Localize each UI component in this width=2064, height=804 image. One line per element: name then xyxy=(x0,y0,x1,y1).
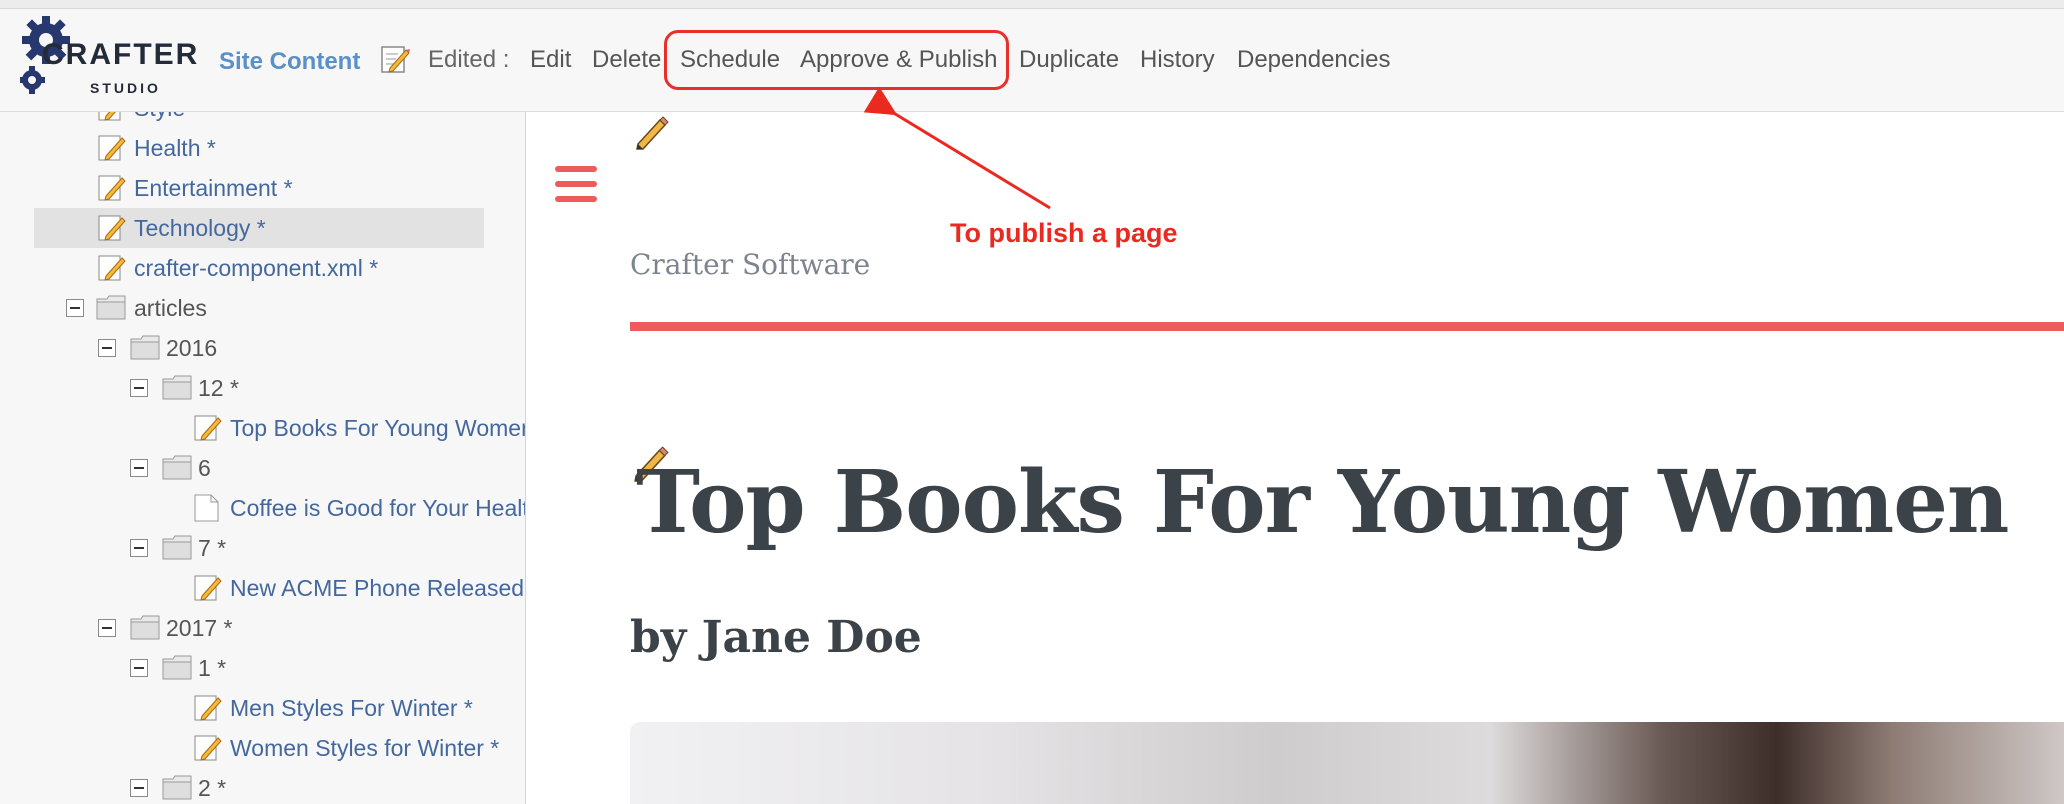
annotation-label: To publish a page xyxy=(950,218,1178,248)
collapse-toggle-icon[interactable] xyxy=(98,339,116,357)
page-edit-icon xyxy=(194,574,222,608)
tree-folder[interactable]: articles xyxy=(66,288,506,328)
site-brand[interactable]: Crafter Software xyxy=(630,248,870,281)
tree-item[interactable]: Health * xyxy=(98,128,498,168)
page-edit-icon xyxy=(194,414,222,448)
tree-folder[interactable]: 2 * xyxy=(130,768,520,804)
tree-item[interactable]: Men Styles For Winter * xyxy=(194,688,524,728)
tree-folder[interactable]: 2016 xyxy=(98,328,518,368)
tree-folder-label[interactable]: 12 * xyxy=(198,375,239,402)
logo-subtitle: STUDIO xyxy=(90,80,161,96)
page-edit-icon xyxy=(98,214,126,248)
history-button[interactable]: History xyxy=(1140,46,1215,74)
page-edit-icon xyxy=(98,174,126,208)
article-hero-image xyxy=(630,722,2064,804)
page-edit-icon xyxy=(194,734,222,768)
folder-icon xyxy=(96,294,126,326)
duplicate-button[interactable]: Duplicate xyxy=(1019,46,1119,74)
tree-folder-label[interactable]: articles xyxy=(134,295,207,322)
edit-pencil-icon[interactable] xyxy=(380,44,410,74)
publish-actions-highlight xyxy=(664,30,1009,90)
folder-icon xyxy=(130,334,160,366)
tree-folder-label[interactable]: 6 xyxy=(198,455,211,482)
tree-folder-label[interactable]: 1 * xyxy=(198,655,226,682)
folder-icon xyxy=(162,454,192,486)
edit-region-pencil-icon[interactable] xyxy=(634,114,670,150)
folder-icon xyxy=(130,614,160,646)
tree-folder-label[interactable]: 7 * xyxy=(198,535,226,562)
tree-folder[interactable]: 7 * xyxy=(130,528,520,568)
page-edit-icon xyxy=(98,134,126,168)
tree-item[interactable]: New ACME Phone Released Today * xyxy=(194,568,525,608)
site-content-button[interactable]: Site Content xyxy=(219,48,360,76)
folder-icon xyxy=(162,374,192,406)
collapse-toggle-icon[interactable] xyxy=(130,459,148,477)
collapse-toggle-icon[interactable] xyxy=(98,619,116,637)
tree-item-label[interactable]: Top Books For Young Women * xyxy=(230,415,525,442)
tree-folder-label[interactable]: 2017 * xyxy=(166,615,233,642)
page-edit-icon xyxy=(98,112,126,128)
tree-item[interactable]: Entertainment * xyxy=(98,168,498,208)
document-icon xyxy=(194,494,220,528)
tree-folder[interactable]: 6 xyxy=(130,448,520,488)
tree-item-label[interactable]: New ACME Phone Released Today * xyxy=(230,575,525,602)
tree-item-label[interactable]: crafter-component.xml * xyxy=(134,255,378,282)
crafter-logo[interactable]: CRAFTER STUDIO xyxy=(20,14,197,100)
tree-folder[interactable]: 1 * xyxy=(130,648,520,688)
tree-item[interactable]: crafter-component.xml * xyxy=(98,248,518,288)
tree-folder[interactable]: 2017 * xyxy=(98,608,518,648)
page-edit-icon xyxy=(98,254,126,288)
dependencies-button[interactable]: Dependencies xyxy=(1237,46,1390,74)
tree-item[interactable]: Top Books For Young Women * xyxy=(194,408,525,448)
tree-folder[interactable]: 12 * xyxy=(130,368,520,408)
hamburger-menu-icon[interactable] xyxy=(555,166,597,204)
article-headline: Top Books For Young Women xyxy=(636,452,2009,553)
tree-item-label[interactable]: Technology * xyxy=(134,215,266,242)
edited-label: Edited : xyxy=(428,46,510,73)
header-divider xyxy=(630,322,2064,331)
collapse-toggle-icon[interactable] xyxy=(130,659,148,677)
site-content-tree: Style Health * Entertainment * Technolog… xyxy=(0,112,526,804)
tree-item-label[interactable]: Men Styles For Winter * xyxy=(230,695,473,722)
edit-button[interactable]: Edit xyxy=(530,46,571,74)
folder-icon xyxy=(162,534,192,566)
tree-item-label[interactable]: Coffee is Good for Your Health xyxy=(230,495,525,522)
tree-item[interactable]: Coffee is Good for Your Health xyxy=(194,488,525,528)
tree-folder-label[interactable]: 2016 xyxy=(166,335,217,362)
folder-icon xyxy=(162,774,192,804)
tree-folder-label[interactable]: 2 * xyxy=(198,775,226,802)
article-byline: by Jane Doe xyxy=(630,612,922,663)
tree-item-label[interactable]: Style xyxy=(134,112,185,122)
collapse-toggle-icon[interactable] xyxy=(66,299,84,317)
tree-item-label[interactable]: Health * xyxy=(134,135,216,162)
top-toolbar: CRAFTER STUDIO Site Content Edited : Edi… xyxy=(0,0,2064,112)
tree-item[interactable]: Women Styles for Winter * xyxy=(194,728,524,768)
tree-item-label[interactable]: Entertainment * xyxy=(134,175,293,202)
collapse-toggle-icon[interactable] xyxy=(130,539,148,557)
collapse-toggle-icon[interactable] xyxy=(130,779,148,797)
folder-icon xyxy=(162,654,192,686)
tree-item[interactable]: Style xyxy=(98,112,498,128)
delete-button[interactable]: Delete xyxy=(592,46,661,74)
collapse-toggle-icon[interactable] xyxy=(130,379,148,397)
page-edit-icon xyxy=(194,694,222,728)
logo-wordmark: CRAFTER xyxy=(42,38,200,71)
tree-item-label[interactable]: Women Styles for Winter * xyxy=(230,735,499,762)
tree-item-selected[interactable]: Technology * xyxy=(34,208,484,248)
